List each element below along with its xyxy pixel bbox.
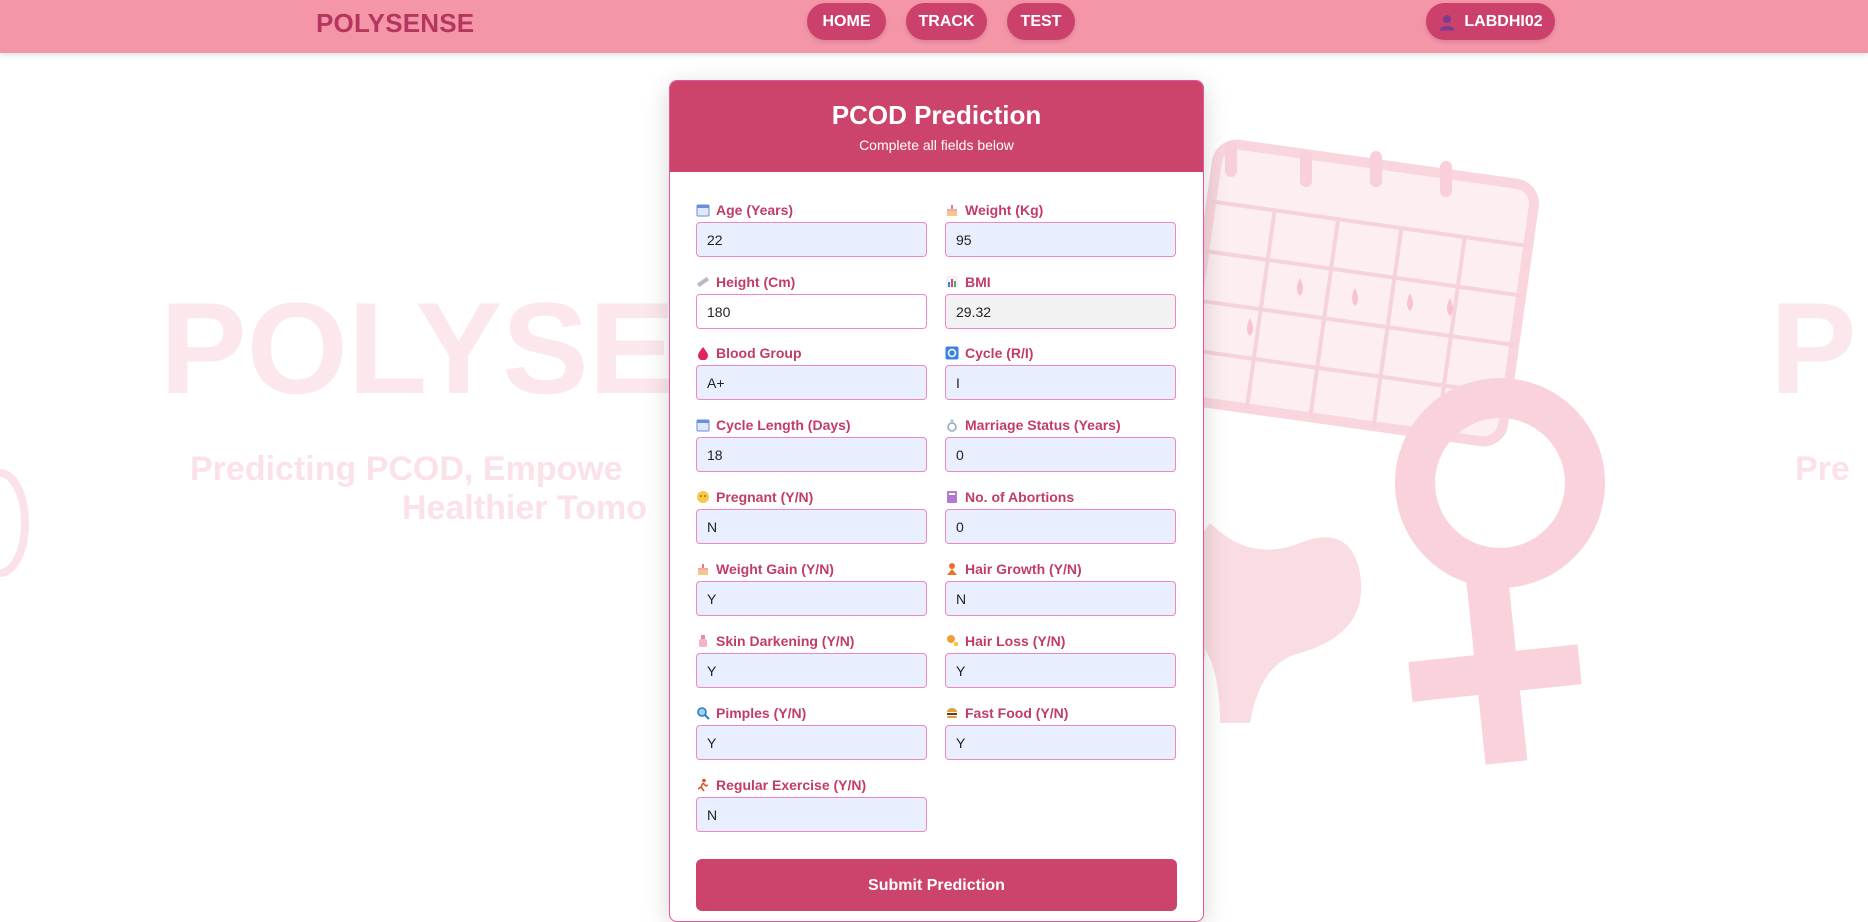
skin-darkening-input[interactable] [696, 653, 927, 688]
cake-icon [947, 205, 957, 216]
username-label: LABDHI02 [1464, 12, 1543, 30]
pregnant-field: Pregnant (Y/N) [696, 488, 927, 544]
brand-logo[interactable]: POLYSENSE [316, 8, 474, 39]
cycle-input[interactable] [945, 365, 1176, 400]
blood-drop-icon [698, 347, 708, 360]
regular-exercise-field: Regular Exercise (Y/N) [696, 776, 927, 832]
magnifier-icon [697, 707, 710, 720]
marriage-status-input[interactable] [945, 437, 1176, 472]
skin-darkening-label: Skin Darkening (Y/N) [716, 633, 855, 649]
cycle-label: Cycle (R/I) [965, 345, 1034, 361]
pimples-field: Pimples (Y/N) [696, 704, 927, 760]
abortions-field: No. of Abortions [945, 488, 1176, 544]
hair-growth-field: Hair Growth (Y/N) [945, 560, 1176, 616]
pimples-input[interactable] [696, 725, 927, 760]
card-header: PCOD Prediction Complete all fields belo… [670, 81, 1203, 172]
hair-growth-input[interactable] [945, 581, 1176, 616]
cycle-arrows-icon [945, 346, 959, 360]
age-field: Age (Years) [696, 201, 927, 257]
hair-loss-input[interactable] [945, 653, 1176, 688]
bar-chart-icon [946, 276, 958, 288]
height-field: Height (Cm) [696, 273, 927, 329]
age-label: Age (Years) [716, 202, 794, 218]
cycle-field: Cycle (R/I) [945, 344, 1176, 400]
fast-food-label: Fast Food (Y/N) [965, 705, 1069, 721]
height-input[interactable] [696, 294, 927, 329]
ruler-icon [696, 276, 710, 288]
notebook-icon [947, 491, 957, 503]
form-subtitle: Complete all fields below [859, 137, 1014, 153]
regular-exercise-label: Regular Exercise (Y/N) [716, 777, 867, 793]
nav-test-link[interactable]: TEST [1007, 3, 1075, 40]
burger-icon [947, 708, 957, 718]
runner-icon [697, 778, 709, 792]
pimples-label: Pimples (Y/N) [716, 705, 807, 721]
hair-growth-label: Hair Growth (Y/N) [965, 561, 1082, 577]
fast-food-input[interactable] [945, 725, 1176, 760]
user-icon [1439, 14, 1455, 30]
cycle-length-field: Cycle Length (Days) [696, 416, 927, 472]
submit-prediction-button[interactable]: Submit Prediction [696, 859, 1177, 911]
lotion-bottle-icon [699, 635, 707, 647]
tagline-right: Pre [1795, 450, 1850, 488]
woman-icon [947, 563, 957, 575]
abortions-label: No. of Abortions [965, 489, 1075, 505]
tagline-line-1: Predicting PCOD, Empowe [190, 450, 623, 488]
bmi-input [945, 294, 1176, 329]
calendar-icon [696, 204, 710, 217]
regular-exercise-input[interactable] [696, 797, 927, 832]
abortions-input[interactable] [945, 509, 1176, 544]
age-input[interactable] [696, 222, 927, 257]
calendar-icon [696, 419, 710, 432]
form-title: PCOD Prediction [831, 100, 1042, 130]
weight-label: Weight (Kg) [965, 202, 1044, 218]
woman-haircut-icon [947, 635, 958, 646]
cycle-length-label: Cycle Length (Days) [716, 417, 851, 433]
weight-gain-input[interactable] [696, 581, 927, 616]
blood-group-field: Blood Group [696, 344, 927, 400]
blood-group-label: Blood Group [716, 345, 802, 361]
blood-group-input[interactable] [696, 365, 927, 400]
female-symbol-illustration [1395, 378, 1605, 765]
weight-gain-label: Weight Gain (Y/N) [716, 561, 834, 577]
top-navbar: POLYSENSE HOME TRACK TEST LABDHI02 [0, 0, 1868, 53]
hair-loss-field: Hair Loss (Y/N) [945, 632, 1176, 688]
weight-field: Weight (Kg) [945, 201, 1176, 257]
user-menu-button[interactable]: LABDHI02 [1426, 3, 1555, 40]
cake-icon [698, 564, 708, 575]
weight-input[interactable] [945, 222, 1176, 257]
baby-icon [697, 491, 709, 503]
weight-gain-field: Weight Gain (Y/N) [696, 560, 927, 616]
height-label: Height (Cm) [716, 274, 796, 290]
bmi-label: BMI [965, 274, 991, 290]
cycle-length-input[interactable] [696, 437, 927, 472]
marriage-status-label: Marriage Status (Years) [965, 417, 1121, 433]
ring-icon [947, 419, 957, 432]
nav-track-link[interactable]: TRACK [906, 3, 987, 40]
nav-home-link[interactable]: HOME [807, 3, 886, 40]
bmi-field: BMI [945, 273, 1176, 329]
watermark-text-right: P [1770, 275, 1857, 421]
fast-food-field: Fast Food (Y/N) [945, 704, 1176, 760]
watermark-text: POLYSE [160, 275, 675, 421]
hair-loss-label: Hair Loss (Y/N) [965, 633, 1066, 649]
marriage-status-field: Marriage Status (Years) [945, 416, 1176, 472]
tagline-line-2: Healthier Tomo [402, 489, 647, 527]
pregnant-input[interactable] [696, 509, 927, 544]
skin-darkening-field: Skin Darkening (Y/N) [696, 632, 927, 688]
prediction-form-card: PCOD Prediction Complete all fields belo… [669, 80, 1204, 922]
pregnant-label: Pregnant (Y/N) [716, 489, 814, 505]
